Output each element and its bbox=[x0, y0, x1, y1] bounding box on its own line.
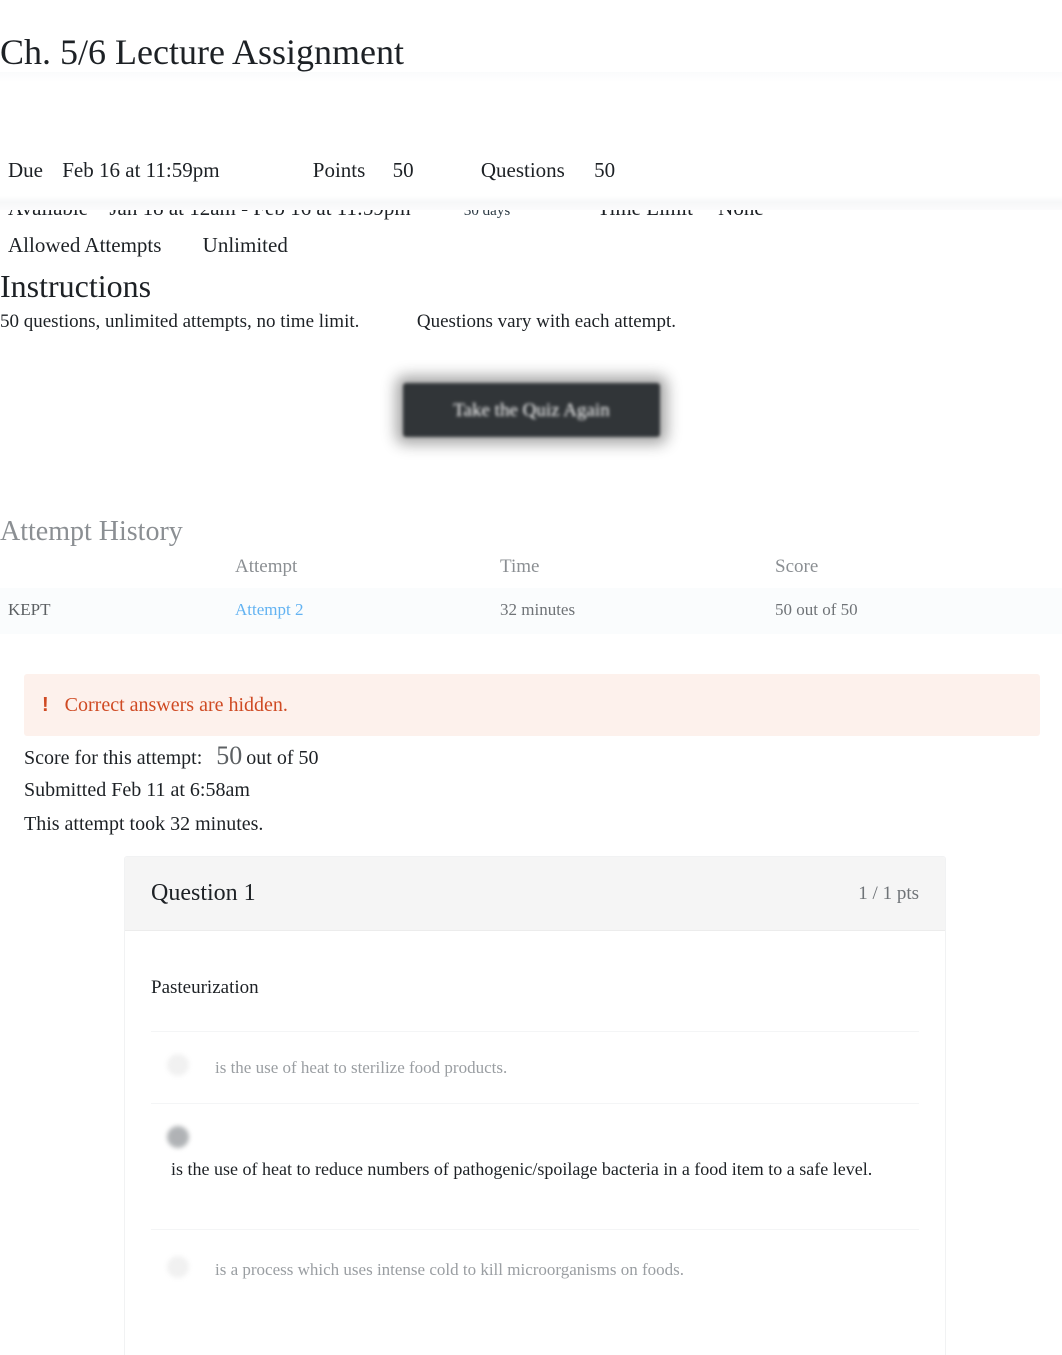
answer-text: is the use of heat to sterilize food pro… bbox=[215, 1058, 508, 1077]
quiz-results-page: Ch. 5/6 Lecture Assignment Due Feb 16 at… bbox=[0, 0, 1062, 1355]
table-header-row: Attempt Time Score bbox=[0, 550, 1062, 588]
question-text: Pasteurization bbox=[151, 977, 259, 998]
hidden-answers-warning: ! Correct answers are hidden. bbox=[24, 674, 1040, 736]
radio-button-icon[interactable] bbox=[167, 1054, 189, 1076]
answer-option-selected[interactable]: is the use of heat to reduce numbers of … bbox=[151, 1103, 919, 1229]
warning-message: Correct answers are hidden. bbox=[64, 694, 288, 716]
question-points: 1 / 1 pts bbox=[858, 882, 919, 904]
attempt-cell: Attempt 2 bbox=[235, 588, 500, 634]
quiz-details-row-1: Due Feb 16 at 11:59pm Points 50 Question… bbox=[8, 156, 615, 184]
column-header-kept bbox=[0, 550, 235, 588]
score-value: 50 bbox=[216, 741, 243, 770]
questions-value: 50 bbox=[594, 158, 616, 182]
score-for-attempt: Score for this attempt: 50 out of 50 bbox=[24, 742, 319, 772]
header-divider-bottom bbox=[0, 196, 1062, 210]
attempt-score: 50 out of 50 bbox=[775, 588, 1062, 634]
quiz-details-row-3: Allowed Attempts Unlimited bbox=[8, 231, 288, 259]
question-body: Pasteurization is the use of heat to ste… bbox=[125, 931, 945, 1305]
answer-list: is the use of heat to sterilize food pro… bbox=[151, 1031, 919, 1305]
column-header-time: Time bbox=[500, 550, 775, 588]
question-header: Question 1 1 / 1 pts bbox=[125, 857, 945, 931]
answer-option[interactable]: is a process which uses intense cold to … bbox=[151, 1229, 919, 1305]
points-value: 50 bbox=[392, 158, 414, 182]
instructions-body: 50 questions, unlimited attempts, no tim… bbox=[0, 308, 1000, 336]
score-suffix: out of 50 bbox=[246, 747, 319, 769]
table-row: KEPT Attempt 2 32 minutes 50 out of 50 bbox=[0, 588, 1062, 634]
attempt-history-table: Attempt Time Score KEPT Attempt 2 32 min… bbox=[0, 550, 1062, 634]
column-header-attempt: Attempt bbox=[235, 550, 500, 588]
take-quiz-again-button[interactable]: Take the Quiz Again bbox=[403, 383, 660, 437]
radio-button-selected-icon[interactable] bbox=[167, 1126, 189, 1148]
column-header-score: Score bbox=[775, 550, 1062, 588]
allowed-attempts-label: Allowed Attempts bbox=[8, 233, 162, 257]
instructions-text-2: Questions vary with each attempt. bbox=[416, 311, 676, 332]
due-label: Due bbox=[8, 158, 43, 182]
answer-option[interactable]: is the use of heat to sterilize food pro… bbox=[151, 1031, 919, 1103]
allowed-attempts-value: Unlimited bbox=[202, 233, 288, 257]
due-value: Feb 16 at 11:59pm bbox=[62, 158, 220, 182]
quiz-details-block: Due Feb 16 at 11:59pm Points 50 Question… bbox=[0, 72, 1062, 257]
attempt-link[interactable]: Attempt 2 bbox=[235, 600, 303, 619]
answer-text: is the use of heat to reduce numbers of … bbox=[171, 1159, 873, 1179]
instructions-heading: Instructions bbox=[0, 267, 152, 304]
questions-label: Questions bbox=[480, 158, 565, 182]
attempt-kept-badge: KEPT bbox=[0, 588, 235, 634]
instructions-text-1: 50 questions, unlimited attempts, no tim… bbox=[0, 311, 360, 332]
submitted-timestamp: Submitted Feb 11 at 6:58am bbox=[24, 779, 250, 801]
question-card: Question 1 1 / 1 pts Pasteurization is t… bbox=[124, 856, 946, 1355]
page-title: Ch. 5/6 Lecture Assignment bbox=[0, 32, 404, 73]
answer-text: is a process which uses intense cold to … bbox=[215, 1260, 685, 1279]
exclamation-icon: ! bbox=[42, 694, 49, 716]
radio-button-icon[interactable] bbox=[167, 1256, 189, 1278]
attempt-duration: This attempt took 32 minutes. bbox=[24, 813, 264, 835]
score-label: Score for this attempt: bbox=[24, 747, 203, 769]
points-label: Points bbox=[312, 158, 366, 182]
question-name: Question 1 bbox=[151, 880, 256, 906]
attempt-history-heading: Attempt History bbox=[0, 516, 183, 548]
attempt-time: 32 minutes bbox=[500, 588, 775, 634]
